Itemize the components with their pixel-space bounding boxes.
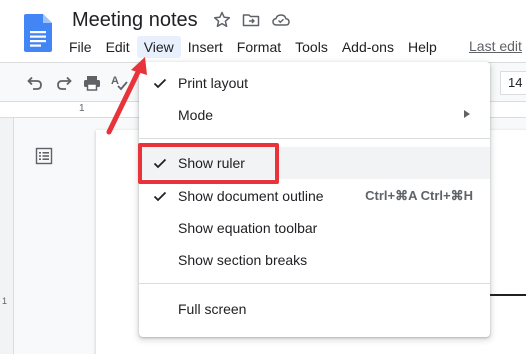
checkmark-icon [153,78,167,89]
menu-file[interactable]: File [62,36,99,58]
spelling-check-icon[interactable]: A [110,73,130,93]
menu-edit[interactable]: Edit [99,36,137,58]
menu-option-show-section-breaks[interactable]: Show section breaks [139,244,490,276]
last-edit-link[interactable]: Last edit [469,38,522,54]
star-icon[interactable] [212,10,232,30]
menu-option-label: Show section breaks [178,252,308,268]
document-outline-icon[interactable] [34,146,54,166]
menu-option-full-screen[interactable]: Full screen [139,293,490,325]
move-to-folder-icon[interactable] [241,10,261,30]
font-size-input[interactable]: 14 [500,71,526,95]
document-title[interactable]: Meeting notes [72,8,198,32]
print-icon[interactable] [82,73,102,93]
menu-divider [139,138,490,139]
cloud-saved-icon[interactable] [271,10,291,30]
menu-option-show-equation-toolbar[interactable]: Show equation toolbar [139,212,490,244]
menu-option-label: Mode [178,107,214,123]
menu-option-show-document-outline[interactable]: Show document outline Ctrl+⌘A Ctrl+⌘H [139,180,490,212]
keyboard-shortcut: Ctrl+⌘A Ctrl+⌘H [365,188,473,203]
page-text-line [488,294,526,296]
ruler-number: 1 [79,103,85,114]
menu-divider [139,283,490,284]
checkmark-icon [153,191,167,202]
menu-option-mode[interactable]: Mode [139,99,490,131]
menu-view[interactable]: View [136,36,181,58]
svg-text:A: A [111,75,119,87]
google-docs-logo-icon[interactable] [24,14,52,52]
redo-icon[interactable] [54,73,74,93]
menu-insert[interactable]: Insert [181,36,230,58]
menu-option-label: Show equation toolbar [178,220,318,236]
vertical-ruler[interactable]: 1 [0,118,14,354]
menu-tools[interactable]: Tools [288,36,335,58]
submenu-arrow-icon [464,110,470,118]
view-menu-dropdown: Print layout Mode Show ruler Show docume… [139,62,490,337]
menu-bar: File Edit View Insert Format Tools Add-o… [62,36,444,58]
menu-option-print-layout[interactable]: Print layout [139,67,490,99]
highlight-box-annotation [138,143,279,184]
menu-option-label: Show document outline [178,188,324,204]
menu-format[interactable]: Format [230,36,288,58]
menu-option-label: Print layout [178,75,249,91]
undo-icon[interactable] [25,73,45,93]
menu-option-label: Full screen [178,301,247,317]
menu-help[interactable]: Help [401,36,444,58]
vertical-ruler-number: 1 [2,296,8,306]
app-header: Meeting notes File Edit View Insert Form… [0,0,526,62]
menu-add-ons[interactable]: Add-ons [335,36,401,58]
